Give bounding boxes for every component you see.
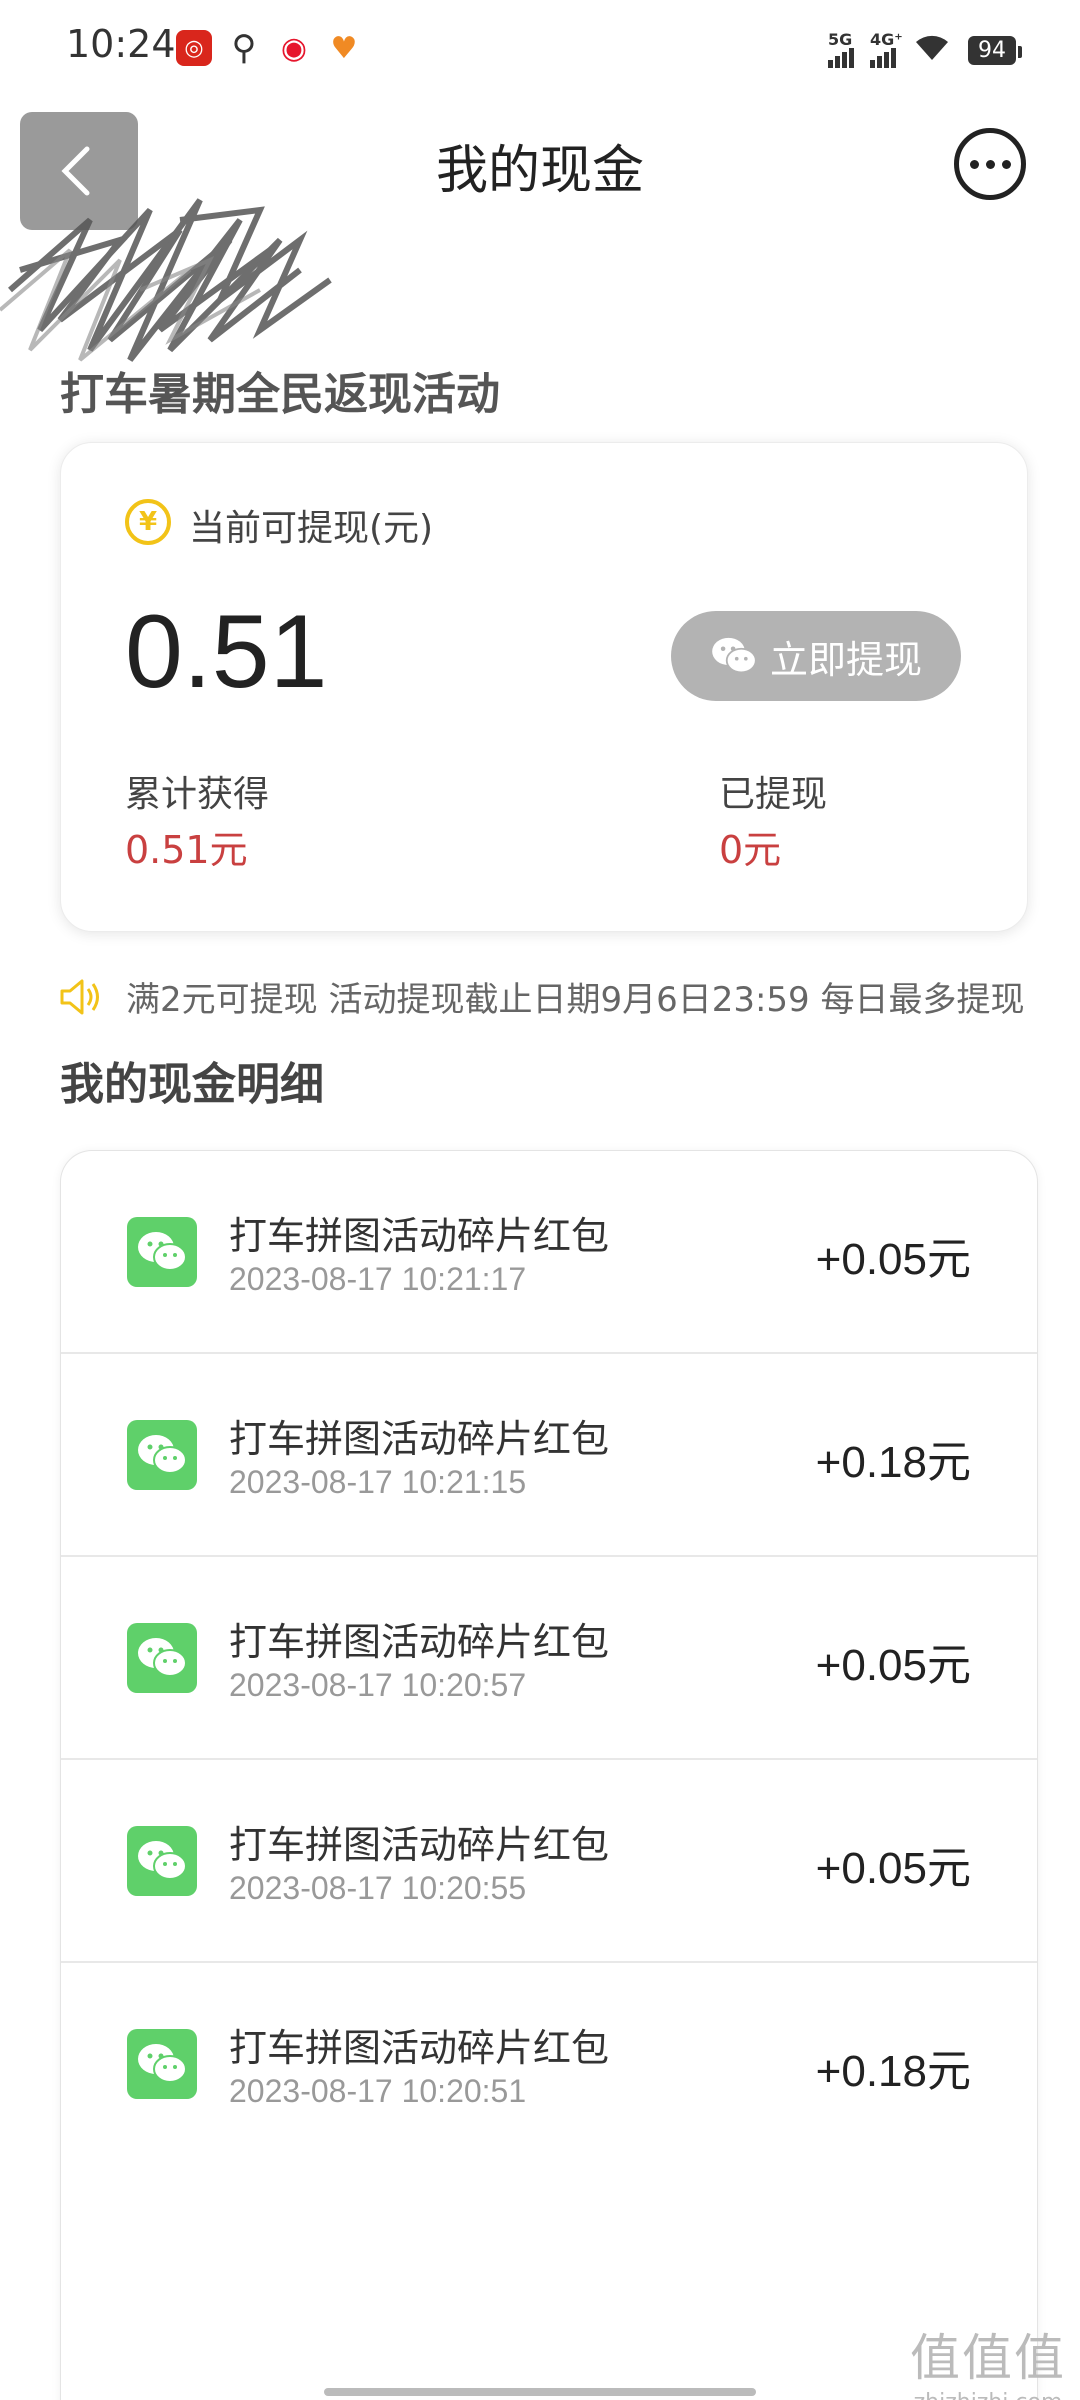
wechat-icon xyxy=(712,637,757,674)
watermark-logo: 值值值 xyxy=(910,2329,1066,2387)
signal-4g-icon: 4G⁺ xyxy=(870,30,903,68)
wechat-icon xyxy=(127,1623,197,1693)
dot-icon xyxy=(1001,159,1011,169)
battery-icon: 94 xyxy=(968,36,1022,65)
item-title: 打车拼图活动碎片红包 xyxy=(229,1214,610,1258)
location-icon: ⚲ xyxy=(231,28,257,68)
status-time: 10:24 xyxy=(66,22,176,66)
item-amount: +0.05元 xyxy=(815,1235,971,1284)
notice-bar: 满2元可提现 活动提现截止日期9月6日23:59 每日最多提现 xyxy=(56,972,1066,1021)
scribble-redaction xyxy=(0,198,332,362)
item-amount: +0.05元 xyxy=(815,1641,971,1690)
list-item[interactable]: 打车拼图活动碎片红包 2023-08-17 10:20:51 +0.18元 xyxy=(61,1963,1037,2166)
available-label: 当前可提现(元) xyxy=(189,508,434,549)
home-indicator[interactable] xyxy=(324,2388,756,2396)
list-item[interactable]: 打车拼图活动碎片红包 2023-08-17 10:21:15 +0.18元 xyxy=(61,1354,1037,1557)
item-title: 打车拼图活动碎片红包 xyxy=(229,2026,610,2070)
withdrawn-label: 已提现 xyxy=(719,774,828,815)
withdrawn-value: 0元 xyxy=(719,828,782,872)
item-amount: +0.05元 xyxy=(815,1844,971,1893)
item-title: 打车拼图活动碎片红包 xyxy=(229,1823,610,1867)
status-bar: 10:24 ◎ ⚲ ◉ ♥ 5G 4G⁺ 94 xyxy=(0,0,1080,100)
item-amount: +0.18元 xyxy=(815,2047,971,2096)
item-time: 2023-08-17 10:20:51 xyxy=(229,2073,527,2109)
cash-detail-title: 我的现金明细 xyxy=(60,1059,324,1110)
wechat-icon xyxy=(127,1420,197,1490)
cash-detail-list: 打车拼图活动碎片红包 2023-08-17 10:21:17 +0.05元 打车… xyxy=(60,1150,1038,2400)
list-item[interactable]: 打车拼图活动碎片红包 2023-08-17 10:21:17 +0.05元 xyxy=(61,1151,1037,1354)
more-options-button[interactable] xyxy=(954,128,1026,200)
item-time: 2023-08-17 10:20:57 xyxy=(229,1667,527,1703)
system-icons: 5G 4G⁺ 94 xyxy=(828,30,1022,71)
list-item[interactable]: 打车拼图活动碎片红包 2023-08-17 10:20:55 +0.05元 xyxy=(61,1760,1037,1963)
list-item[interactable]: 打车拼图活动碎片红包 2023-08-17 10:20:57 +0.05元 xyxy=(61,1557,1037,1760)
netease-app-icon: ◎ xyxy=(176,30,212,66)
notification-icons: ◎ ⚲ ◉ ♥ xyxy=(176,28,362,68)
dot-icon xyxy=(969,159,979,169)
wechat-icon xyxy=(127,1217,197,1287)
yuan-coin-icon: ¥ xyxy=(125,499,171,545)
item-title: 打车拼图活动碎片红包 xyxy=(229,1620,610,1664)
wifi-icon xyxy=(912,30,952,71)
item-time: 2023-08-17 10:20:55 xyxy=(229,1870,527,1906)
item-time: 2023-08-17 10:21:17 xyxy=(229,1261,527,1297)
withdraw-label: 立即提现 xyxy=(769,637,922,682)
notice-text: 满2元可提现 活动提现截止日期9月6日23:59 每日最多提现 xyxy=(126,980,1025,1020)
weibo-icon: ◉ xyxy=(280,30,308,66)
item-title: 打车拼图活动碎片红包 xyxy=(229,1417,610,1461)
balance-card: ¥ 当前可提现(元) 0.51 立即提现 累计获得 0.51元 已提现 0元 xyxy=(60,442,1028,932)
total-earned-value: 0.51元 xyxy=(125,828,248,872)
withdraw-button[interactable]: 立即提现 xyxy=(671,611,961,701)
item-amount: +0.18元 xyxy=(815,1438,971,1487)
heart-app-icon: ♥ xyxy=(330,30,358,66)
signal-5g-icon: 5G xyxy=(828,30,854,68)
activity-title: 打车暑期全民返现活动 xyxy=(60,369,500,420)
dot-icon xyxy=(985,159,995,169)
total-earned-label: 累计获得 xyxy=(125,774,270,815)
wechat-icon xyxy=(127,1826,197,1896)
watermark-url: zhizhizhi.com xyxy=(910,2390,1066,2400)
available-amount: 0.51 xyxy=(125,594,328,710)
speaker-icon xyxy=(60,979,99,1014)
watermark: 值值值 zhizhizhi.com xyxy=(910,2318,1066,2400)
item-time: 2023-08-17 10:21:15 xyxy=(229,1464,527,1500)
wechat-icon xyxy=(127,2029,197,2099)
